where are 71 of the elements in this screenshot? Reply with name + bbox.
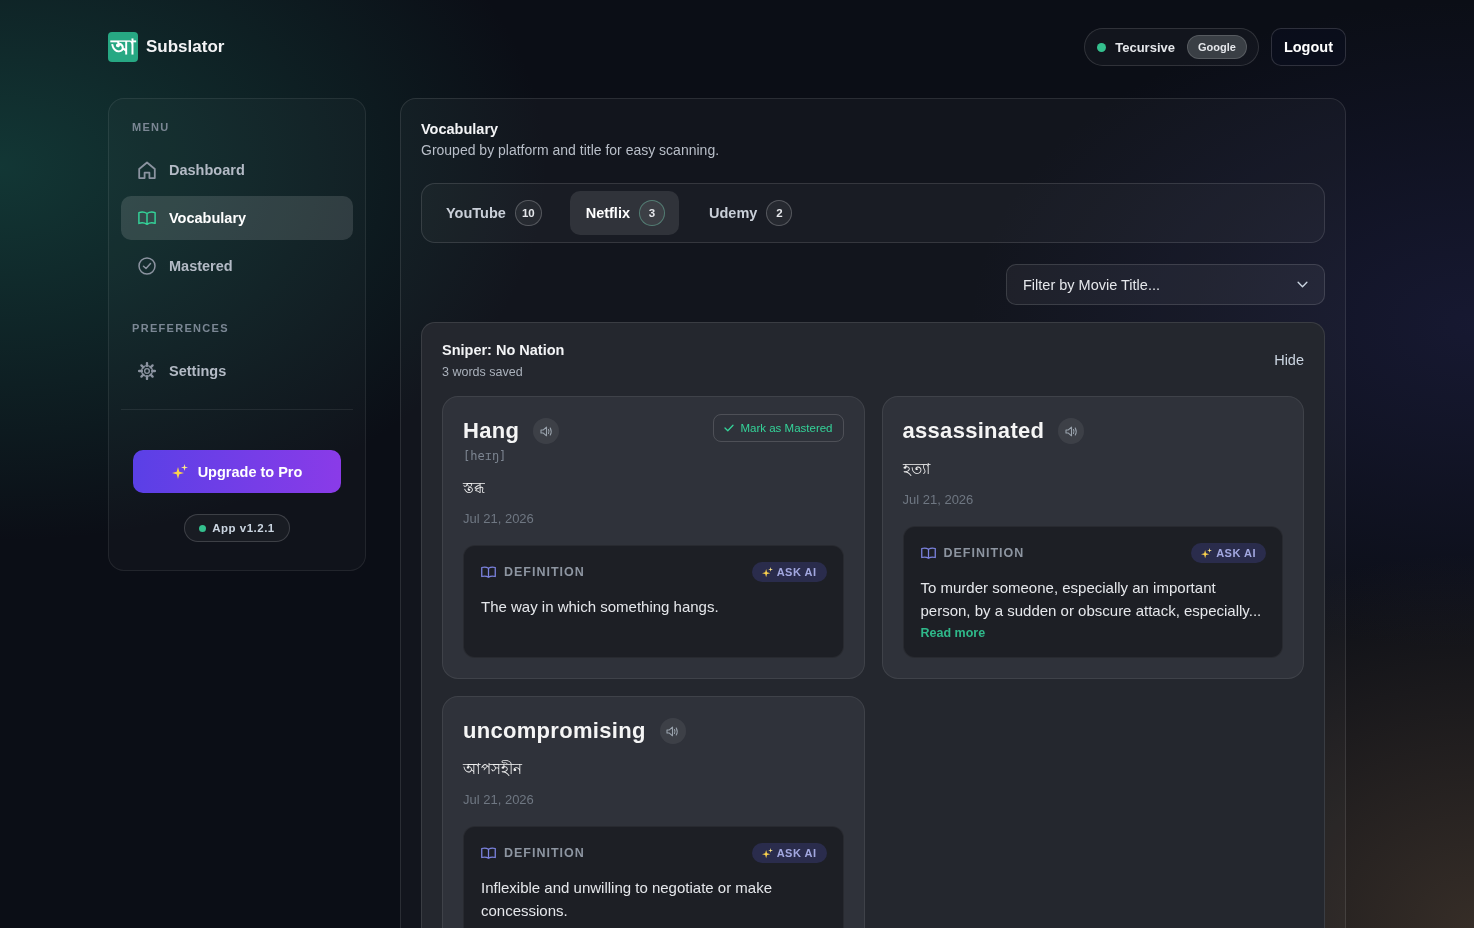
- page-subtitle: Grouped by platform and title for easy scanning.: [421, 141, 721, 160]
- home-icon: [138, 161, 156, 179]
- status-dot-icon: [1097, 42, 1107, 52]
- tab-label: Udemy: [709, 205, 758, 221]
- sparkle-icon: [761, 566, 773, 578]
- page-title: Vocabulary: [421, 120, 500, 139]
- translation-text: আপসহীন: [463, 759, 523, 779]
- definition-label: DEFINITION: [504, 565, 585, 579]
- sidebar-item[interactable]: Mastered: [121, 244, 353, 288]
- translation-text: হত্যা: [902, 459, 932, 479]
- section-label: PREFERENCES: [131, 321, 230, 336]
- mark-mastered-button[interactable]: Mark as Mastered: [713, 414, 844, 442]
- saved-date: Jul 21, 2026: [463, 791, 535, 809]
- sparkle-icon: [171, 463, 188, 480]
- check-circle-icon: [138, 257, 156, 275]
- saved-date: Jul 21, 2026: [463, 510, 535, 528]
- movie-filter-dropdown[interactable]: Filter by Movie Title...: [1006, 264, 1325, 305]
- definition-text: To murder someone, especially an important person, by a sudden or obscure attack, especially...: [920, 578, 1263, 621]
- count-badge: 3: [639, 200, 665, 226]
- translation-text: স্তব্ধ: [463, 478, 486, 498]
- speaker-icon: [666, 725, 680, 737]
- platform-tab[interactable]: Udemy 2: [693, 191, 807, 235]
- user-name: Tecursive: [1115, 39, 1175, 55]
- sparkle-icon: [761, 847, 773, 859]
- hide-button[interactable]: Hide: [1274, 352, 1304, 368]
- section-label: MENU: [131, 120, 171, 135]
- sparkle-icon: [1201, 547, 1213, 559]
- pronounce-button[interactable]: [533, 418, 560, 444]
- book-icon: [138, 209, 156, 227]
- app-logo: আ: [108, 32, 138, 62]
- book-icon: [481, 847, 496, 859]
- read-more-link[interactable]: Read more: [920, 626, 986, 640]
- speaker-icon: [1064, 425, 1078, 437]
- settings-icon: [138, 362, 156, 380]
- app-name: Subslator: [146, 37, 225, 57]
- count-badge: 2: [766, 200, 793, 226]
- movie-title: Sniper: No Nation: [442, 341, 565, 360]
- version-text: App v1.2.1: [212, 522, 275, 534]
- pronounce-button[interactable]: [1058, 418, 1085, 444]
- word-title: Hang: [463, 417, 520, 445]
- phonetic-text: [heɪŋ]: [463, 448, 508, 464]
- platform-tab[interactable]: Netflix 3: [569, 191, 679, 235]
- upgrade-button[interactable]: Upgrade to Pro: [133, 450, 341, 493]
- ask-ai-button[interactable]: ASK AI: [751, 562, 827, 582]
- word-title: uncompromising: [463, 717, 646, 745]
- sidebar-item[interactable]: Vocabulary: [121, 196, 353, 240]
- filter-value: Filter by Movie Title...: [1023, 276, 1160, 293]
- definition-text: The way in which something hangs.: [481, 597, 720, 617]
- ask-ai-button[interactable]: ASK AI: [1191, 543, 1266, 563]
- sidebar-item[interactable]: Settings: [121, 349, 353, 393]
- definition-label: DEFINITION: [504, 846, 585, 860]
- pronounce-button[interactable]: [659, 718, 686, 744]
- provider-tag: Google: [1187, 35, 1247, 59]
- tab-label: Netflix: [585, 205, 630, 221]
- word-title: assassinated: [902, 417, 1045, 445]
- saved-date: Jul 21, 2026: [902, 491, 975, 509]
- platform-tab[interactable]: YouTube 10: [430, 191, 556, 235]
- tab-label: YouTube: [446, 205, 506, 221]
- sidebar-item[interactable]: Dashboard: [121, 148, 353, 192]
- logout-button[interactable]: Logout: [1270, 28, 1346, 66]
- book-icon: [920, 547, 936, 559]
- count-badge: 10: [514, 200, 542, 226]
- definition-text: Inflexible and unwilling to negotiate or make concessions.: [481, 878, 773, 921]
- speaker-icon: [539, 425, 553, 437]
- definition-label: DEFINITION: [943, 546, 1025, 560]
- ask-ai-button[interactable]: ASK AI: [751, 843, 827, 863]
- book-icon: [481, 566, 496, 578]
- chevron-down-icon: [1297, 281, 1308, 288]
- status-dot-icon: [199, 524, 207, 532]
- check-icon: [724, 424, 735, 432]
- word-count: 3 words saved: [442, 364, 524, 380]
